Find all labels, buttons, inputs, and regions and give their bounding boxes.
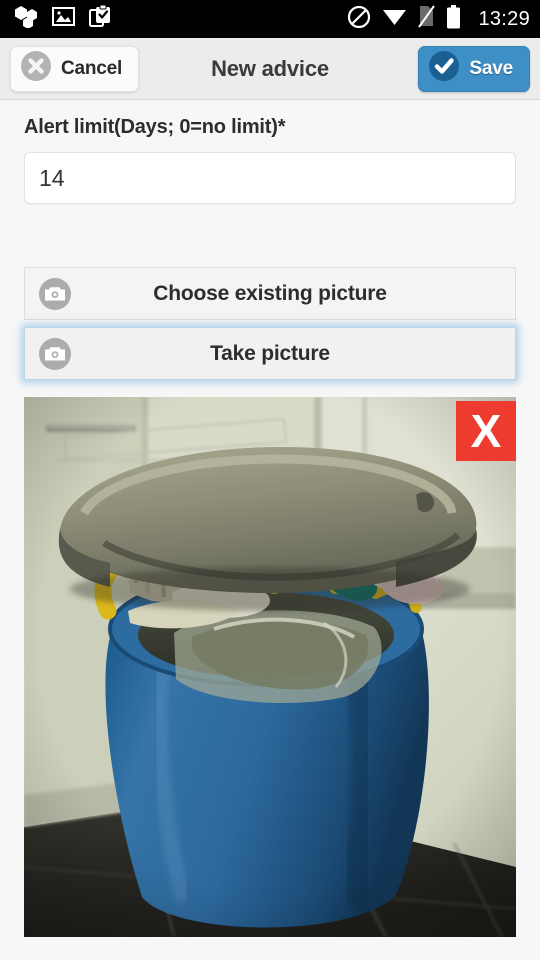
choose-existing-picture-button[interactable]: Choose existing picture	[24, 267, 516, 320]
header-bar: Cancel New advice Save	[0, 38, 540, 100]
clipboard-check-icon	[89, 4, 112, 33]
do-not-disturb-icon	[347, 5, 371, 34]
photo-icon	[52, 6, 75, 32]
battery-icon	[446, 4, 461, 34]
save-button[interactable]: Save	[418, 45, 530, 92]
delete-photo-button[interactable]: X	[456, 401, 516, 461]
picture-action-group: Choose existing picture Take picture	[0, 267, 540, 380]
take-picture-button[interactable]: Take picture	[24, 327, 516, 380]
take-picture-label: Take picture	[210, 341, 330, 365]
status-bar-left-icons	[14, 4, 112, 33]
check-circle-icon	[428, 50, 460, 87]
save-button-label: Save	[469, 57, 513, 79]
cancel-button-label: Cancel	[61, 57, 123, 79]
photo-preview-image	[24, 397, 516, 937]
alert-limit-label: Alert limit(Days; 0=no limit)*	[24, 116, 286, 138]
status-bar-clock: 13:29	[478, 8, 530, 30]
photo-preview[interactable]: X	[24, 397, 516, 937]
app-cluster-icon	[14, 5, 38, 33]
status-bar-right-icons: 13:29	[347, 4, 530, 34]
cancel-circle-x-icon	[20, 50, 52, 87]
wifi-icon	[382, 7, 407, 31]
choose-existing-picture-label: Choose existing picture	[153, 281, 387, 305]
alert-limit-input[interactable]	[24, 152, 516, 204]
no-sim-icon	[418, 5, 436, 33]
close-icon: X	[470, 405, 502, 457]
form-content: Alert limit(Days; 0=no limit)* Choose ex…	[0, 100, 540, 960]
cancel-button[interactable]: Cancel	[10, 45, 140, 92]
status-bar: 13:29	[0, 0, 540, 38]
